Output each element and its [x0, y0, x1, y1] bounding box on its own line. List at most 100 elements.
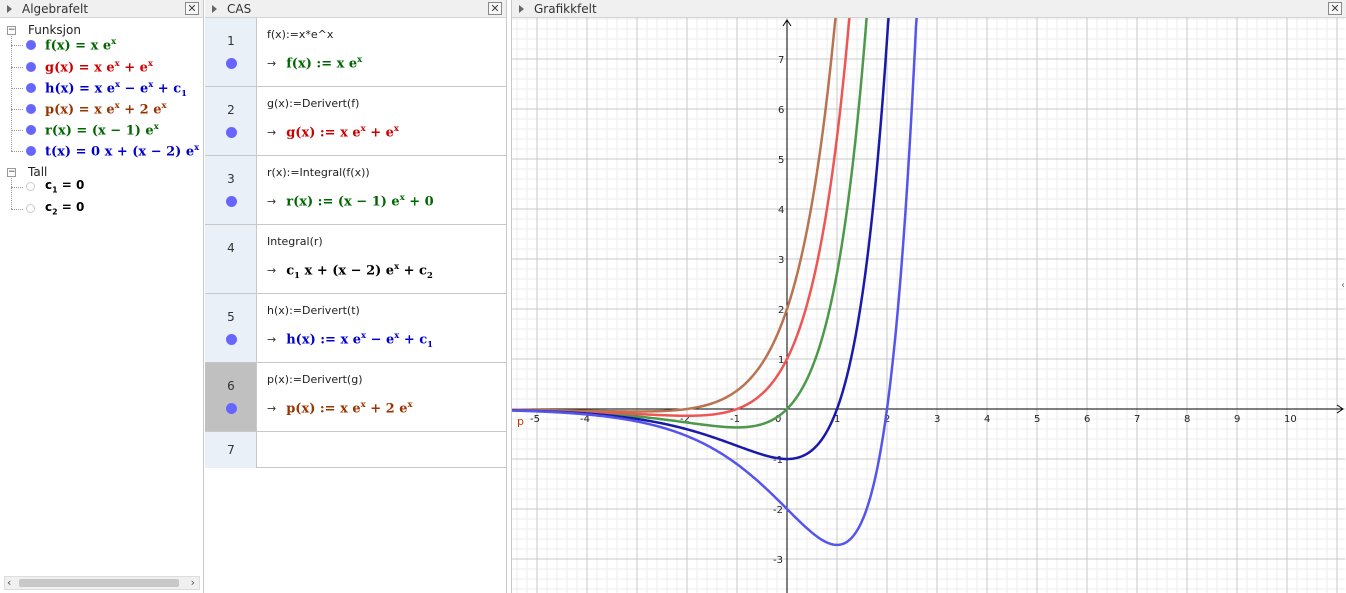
tree-connector — [11, 151, 23, 152]
visibility-toggle[interactable] — [26, 125, 36, 135]
x-tick-label: 5 — [1034, 414, 1040, 425]
visibility-toggle[interactable] — [226, 127, 237, 138]
close-icon[interactable]: ✕ — [185, 2, 199, 15]
x-tick-label: 6 — [1084, 414, 1090, 425]
cas-input[interactable]: Integral(r) — [267, 235, 323, 248]
visibility-toggle[interactable] — [26, 83, 36, 93]
cas-output: → f(x) := x ex — [267, 54, 363, 72]
algebra-expression: h(x) = x ex − ex + c1 — [45, 79, 188, 98]
algebra-item[interactable]: h(x) = x ex − ex + c1 — [0, 78, 200, 98]
cas-row[interactable]: 5 h(x):=Derivert(t) → h(x) := x ex − ex + c… — [205, 294, 507, 363]
cas-row-header[interactable]: 6 — [205, 363, 257, 431]
graph-canvas[interactable]: -5 -4 -3 -2 -1 0 1 2 3 4 5 6 7 8 9 107654321-1-2-3p — [512, 18, 1345, 593]
visibility-toggle[interactable] — [226, 58, 237, 69]
point-label: p — [517, 415, 524, 428]
cas-row[interactable]: 2 g(x):=Derivert(f) → g(x) := x ex + ex — [205, 87, 507, 156]
cas-row[interactable]: 4 Integral(r) → c1 x + (x − 2) ex + c2 — [205, 225, 507, 294]
cas-row-number: 5 — [227, 310, 235, 324]
x-tick-label: 8 — [1184, 414, 1190, 425]
y-tick-label: 4 — [778, 205, 784, 216]
side-expand-icon[interactable]: ‹ — [1341, 280, 1345, 291]
y-tick-label: 7 — [778, 55, 784, 66]
tree-connector — [11, 67, 23, 68]
cas-row-header[interactable]: 2 — [205, 87, 257, 155]
cas-input[interactable]: h(x):=Derivert(t) — [267, 304, 360, 317]
visibility-toggle[interactable] — [26, 40, 36, 50]
algebra-title: Algebrafelt — [22, 2, 89, 16]
y-tick-label: 6 — [778, 105, 784, 116]
scroll-left-icon[interactable]: ‹ — [7, 577, 11, 589]
algebra-expression: t(x) = 0 x + (x − 2) ex — [45, 142, 200, 160]
x-tick-label: 9 — [1234, 414, 1240, 425]
algebra-item[interactable]: f(x) = x ex — [0, 35, 200, 55]
algebra-header: Algebrafelt ✕ — [0, 0, 203, 18]
scrollbar-thumb[interactable] — [19, 579, 179, 587]
cas-output: → h(x) := x ex − ex + c1 — [267, 330, 434, 349]
tree-connector — [11, 88, 23, 89]
cas-input[interactable]: p(x):=Derivert(g) — [267, 373, 363, 386]
cas-input[interactable]: r(x):=Integral(f(x)) — [267, 166, 370, 179]
cas-header: CAS ✕ — [205, 0, 506, 18]
close-icon[interactable]: ✕ — [1328, 2, 1342, 15]
cas-output: → p(x) := x ex + 2 ex — [267, 399, 413, 417]
y-tick-label: 5 — [778, 155, 784, 166]
scroll-right-icon[interactable]: › — [191, 577, 195, 589]
algebra-item[interactable]: r(x) = (x − 1) ex — [0, 120, 200, 140]
cas-row-header[interactable]: 3 — [205, 156, 257, 224]
cas-input[interactable]: f(x):=x*e^x — [267, 28, 333, 41]
algebra-expression: g(x) = x ex + ex — [45, 58, 153, 76]
x-tick-label: 4 — [984, 414, 990, 425]
collapse-triangle-icon[interactable] — [212, 5, 217, 13]
tree-connector — [11, 45, 23, 46]
tree-connector — [11, 187, 23, 188]
algebra-item[interactable]: c2 = 0 — [0, 199, 200, 219]
horizontal-scrollbar[interactable]: ‹ › — [4, 576, 200, 590]
cas-row[interactable]: 6 p(x):=Derivert(g) → p(x) := x ex + 2 ex — [205, 363, 507, 432]
tree-connector — [11, 209, 23, 210]
cas-row[interactable]: 3 r(x):=Integral(f(x)) → r(x) := (x − 1) ex… — [205, 156, 507, 225]
tree-collapse-toggle[interactable]: − — [7, 168, 16, 177]
algebra-item[interactable]: g(x) = x ex + ex — [0, 57, 200, 77]
cas-row-number: 2 — [227, 103, 235, 117]
cas-row-header[interactable]: 7 — [205, 432, 257, 468]
y-tick-label: -2 — [773, 505, 783, 516]
visibility-toggle[interactable] — [226, 196, 237, 207]
algebra-expression: f(x) = x ex — [45, 36, 117, 54]
collapse-triangle-icon[interactable] — [519, 5, 524, 13]
algebra-item[interactable]: c1 = 0 — [0, 177, 200, 197]
visibility-toggle[interactable] — [226, 403, 237, 414]
cas-output: → r(x) := (x − 1) ex + 0 — [267, 192, 434, 210]
curve-g — [512, 18, 851, 418]
tree-collapse-toggle[interactable]: − — [7, 26, 16, 35]
graphics-panel: Grafikkfelt ✕ -5 -4 -3 -2 -1 0 1 2 3 4 5 6 7 8 9 10 7 6 5 4… — [511, 0, 1346, 593]
cas-input[interactable]: g(x):=Derivert(f) — [267, 97, 359, 110]
cas-row-number: 4 — [227, 241, 235, 255]
curve-t — [512, 18, 918, 547]
cas-row-header[interactable]: 5 — [205, 294, 257, 362]
cas-row[interactable]: 1 f(x):=x*e^x → f(x) := x ex — [205, 18, 507, 87]
x-tick-label: -1 — [730, 414, 740, 425]
algebra-expression: p(x) = x ex + 2 ex — [45, 100, 167, 118]
output-arrow-icon: → — [267, 264, 277, 278]
algebra-expression: r(x) = (x − 1) ex — [45, 121, 159, 139]
output-arrow-icon: → — [267, 402, 277, 416]
visibility-toggle[interactable] — [26, 182, 35, 191]
cas-output: → g(x) := x ex + ex — [267, 123, 399, 141]
cas-row-empty[interactable]: 7 — [205, 432, 507, 468]
close-icon[interactable]: ✕ — [488, 2, 502, 15]
cas-row-number: 3 — [227, 172, 235, 186]
visibility-toggle[interactable] — [26, 204, 35, 213]
collapse-triangle-icon[interactable] — [7, 5, 12, 13]
x-tick-label: 7 — [1134, 414, 1140, 425]
graphics-header: Grafikkfelt ✕ — [512, 0, 1346, 18]
visibility-toggle[interactable] — [26, 146, 36, 156]
algebra-item[interactable]: p(x) = x ex + 2 ex — [0, 99, 200, 119]
cas-row-header[interactable]: 1 — [205, 18, 257, 86]
algebra-item[interactable]: t(x) = 0 x + (x − 2) ex — [0, 141, 200, 161]
cas-row-header[interactable]: 4 — [205, 225, 257, 293]
visibility-toggle[interactable] — [26, 104, 36, 114]
cas-panel: CAS ✕ 1 f(x):=x*e^x → f(x) := x ex 2 g(x):=De… — [205, 0, 507, 593]
visibility-toggle[interactable] — [26, 62, 36, 72]
visibility-toggle[interactable] — [226, 334, 237, 345]
tree-connector — [11, 109, 23, 110]
